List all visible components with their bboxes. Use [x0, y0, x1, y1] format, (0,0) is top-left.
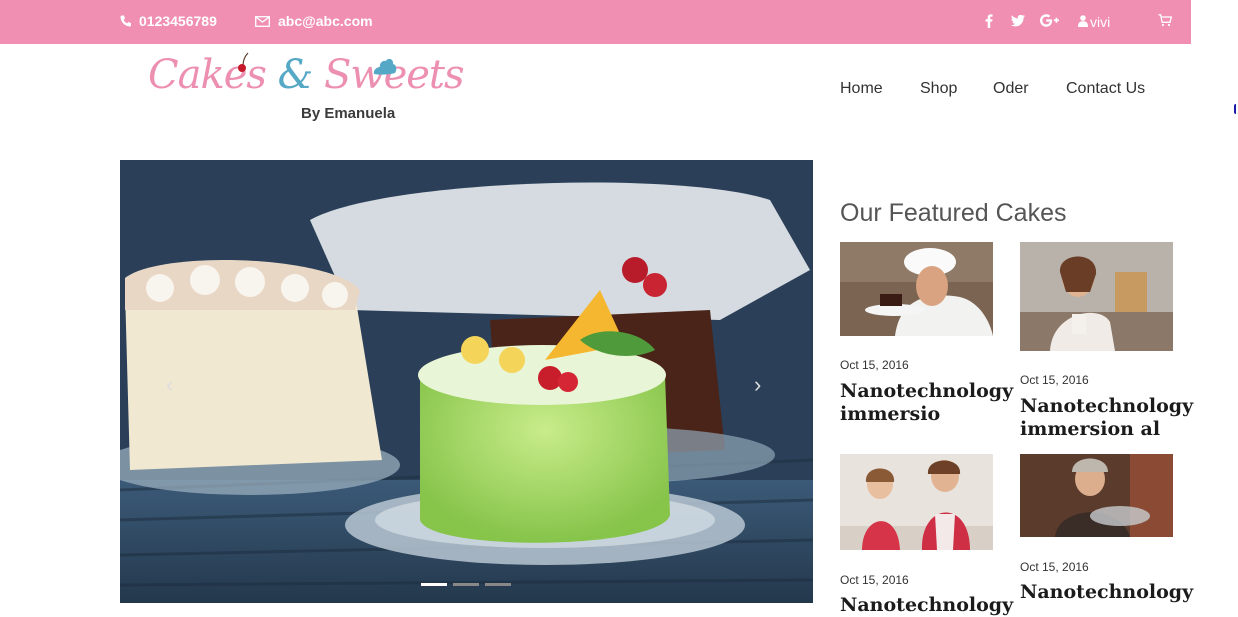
featured-heading: Our Featured Cakes — [840, 199, 1067, 227]
card-date: Oct 15, 2016 — [1020, 560, 1089, 574]
nav-shop[interactable]: Shop — [920, 80, 957, 98]
slider-dot-3[interactable] — [485, 583, 511, 586]
top-bar: 0123456789 abc@abc.com vivi — [0, 0, 1191, 44]
hero-slider[interactable]: ‹ › — [120, 160, 813, 603]
shopping-cart-icon[interactable] — [1158, 14, 1173, 30]
envelope-icon — [255, 15, 270, 27]
card-date: Oct 15, 2016 — [840, 573, 909, 587]
facebook-icon[interactable] — [985, 14, 993, 31]
cake-photo — [120, 160, 813, 603]
user-account[interactable]: vivi — [1078, 14, 1110, 30]
slider-prev-arrow[interactable]: ‹ — [166, 372, 173, 398]
featured-card-image[interactable] — [840, 242, 993, 336]
slider-dot-2[interactable] — [453, 583, 479, 586]
chef-photo — [840, 242, 993, 336]
featured-card-image[interactable] — [840, 454, 993, 550]
cupcake-icon — [373, 58, 397, 75]
edge-mark — [1234, 104, 1238, 114]
phone-icon — [120, 15, 131, 27]
site-logo[interactable]: Cakes & Sweets By Emanuela — [148, 52, 465, 124]
twitter-icon[interactable] — [1010, 14, 1025, 30]
bakery-woman-photo — [1020, 242, 1173, 351]
user-icon — [1078, 14, 1088, 30]
username: vivi — [1090, 14, 1111, 30]
logo-byline: By Emanuela — [301, 105, 396, 122]
slider-next-arrow[interactable]: › — [754, 372, 761, 398]
nav-home[interactable]: Home — [840, 80, 883, 98]
nav-oder[interactable]: Oder — [993, 80, 1029, 98]
nav-contact-us[interactable]: Contact Us — [1066, 80, 1145, 98]
logo-wordmark: Cakes & Sweets — [148, 52, 465, 98]
google-plus-icon[interactable] — [1040, 14, 1059, 30]
card-title[interactable]: Nanotechnology immersio — [840, 380, 1013, 426]
email-contact[interactable]: abc@abc.com — [255, 13, 373, 29]
slider-indicators — [421, 583, 511, 586]
featured-card-image[interactable] — [1020, 454, 1173, 537]
card-title[interactable]: Nanotechnology — [1020, 581, 1193, 604]
card-title[interactable]: Nanotechnology — [840, 594, 1013, 617]
baker-man-photo — [1020, 454, 1173, 537]
phone-number: 0123456789 — [139, 13, 217, 29]
card-date: Oct 15, 2016 — [840, 358, 909, 372]
featured-card-image[interactable] — [1020, 242, 1173, 351]
card-title[interactable]: Nanotechnology immersion al — [1020, 395, 1193, 441]
email-address: abc@abc.com — [278, 13, 373, 29]
card-date: Oct 15, 2016 — [1020, 373, 1089, 387]
cherry-icon — [238, 52, 249, 72]
phone-contact[interactable]: 0123456789 — [120, 13, 217, 29]
slider-dot-1[interactable] — [421, 583, 447, 586]
mother-daughter-baking-photo — [840, 454, 993, 550]
